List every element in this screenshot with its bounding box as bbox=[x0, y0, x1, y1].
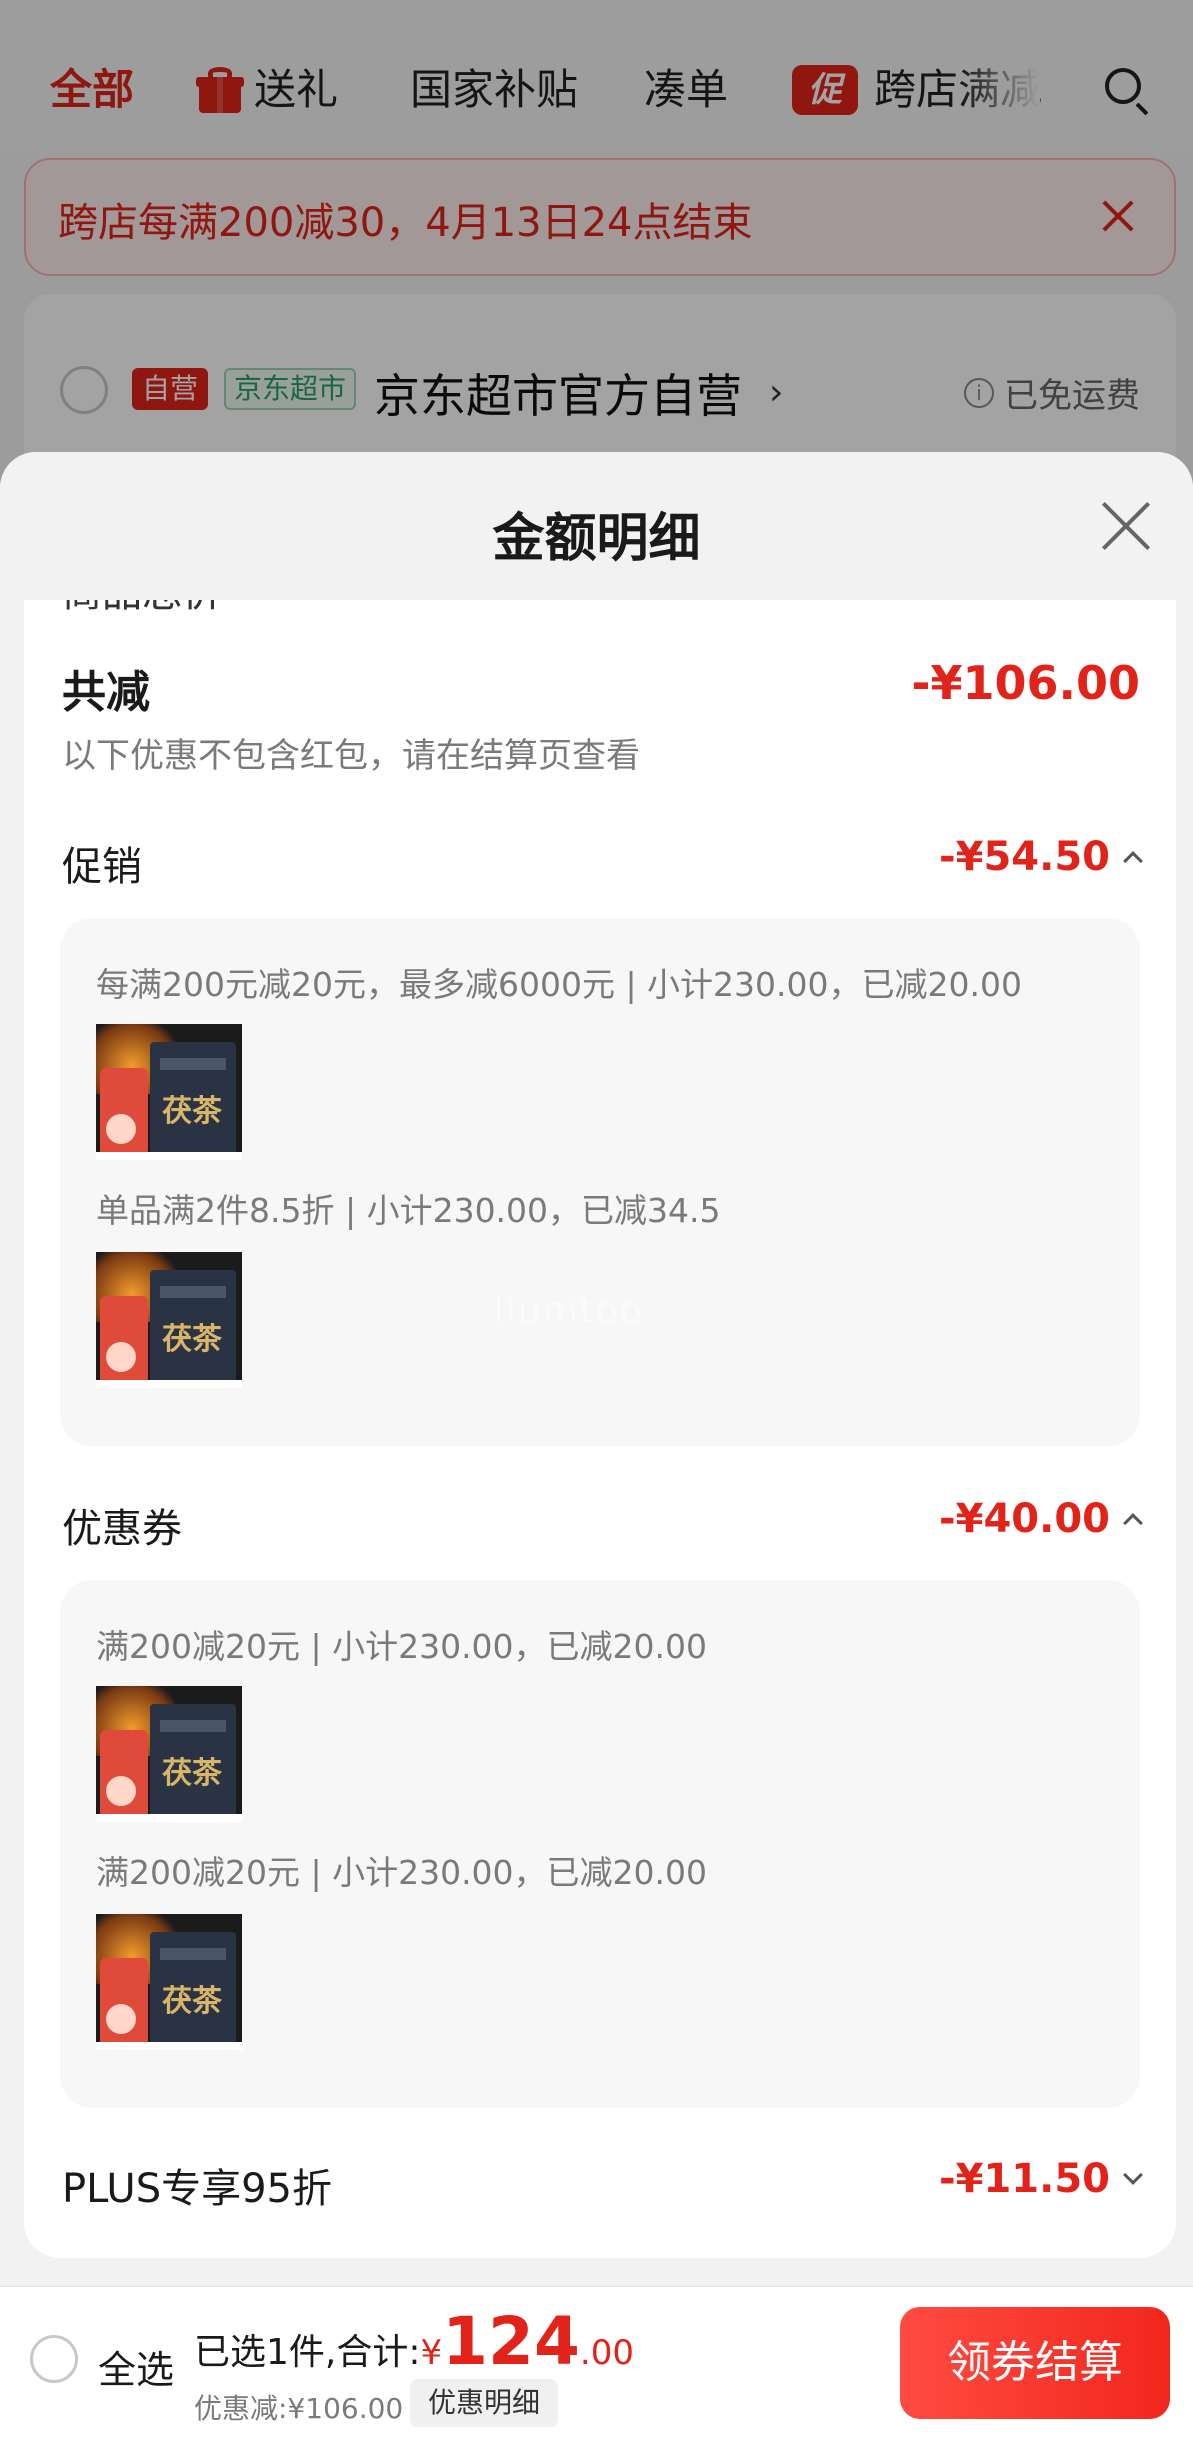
total-discount-label: 共减 bbox=[62, 667, 150, 718]
currency-symbol: ¥ bbox=[420, 2333, 443, 2373]
plus-discount-toggle[interactable]: -¥11.50 bbox=[939, 2156, 1143, 2202]
order-summary: 已选1件,合计: ¥ 124 .00 bbox=[194, 2309, 634, 2375]
total-discount-value: -¥106.00 bbox=[911, 656, 1140, 710]
discount-summary: 优惠减:¥106.00 bbox=[194, 2392, 404, 2425]
promotion-toggle[interactable]: -¥54.50 bbox=[939, 834, 1143, 880]
product-thumbnail[interactable]: 茯茶 bbox=[96, 1024, 242, 1160]
total-discount-note: 以下优惠不包含红包，请在结算页查看 bbox=[62, 736, 640, 776]
product-thumbnail[interactable]: 茯茶 bbox=[96, 1914, 242, 2050]
coupon-rule: 满200减20元 | 小计230.00，已减20.00 bbox=[96, 1627, 708, 1666]
coupon-toggle[interactable]: -¥40.00 bbox=[939, 1496, 1143, 1542]
coupon-group: 满200减20元 | 小计230.00，已减20.00 茯茶 满200减20元 … bbox=[60, 1580, 1140, 2108]
select-all-radio[interactable] bbox=[30, 2335, 78, 2383]
checkout-button[interactable]: 领券结算 bbox=[900, 2307, 1170, 2419]
sheet-header: 金额明细 bbox=[0, 452, 1193, 600]
select-all-label[interactable]: 全选 bbox=[98, 2339, 174, 2394]
total-price-decimal: .00 bbox=[579, 2333, 634, 2373]
summary-prefix: 已选1件,合计: bbox=[194, 2332, 421, 2373]
watermark: liumtoo bbox=[494, 1290, 645, 1331]
price-detail-sheet: 金额明细 商品总价 共减 -¥106.00 以下优惠不包含红包，请在结算页查看 … bbox=[0, 452, 1193, 2437]
close-icon[interactable] bbox=[1100, 500, 1152, 552]
promotion-group: 每满200元减20元，最多减6000元 | 小计230.00，已减20.00 茯… bbox=[60, 918, 1140, 1446]
product-thumbnail[interactable]: 茯茶 bbox=[96, 1252, 242, 1388]
coupon-rule: 满200减20元 | 小计230.00，已减20.00 bbox=[96, 1853, 708, 1892]
promotion-rule: 每满200元减20元，最多减6000元 | 小计230.00，已减20.00 bbox=[96, 965, 1022, 1004]
clipped-row: 商品总价 bbox=[62, 600, 262, 610]
product-thumbnail[interactable]: 茯茶 bbox=[96, 1686, 242, 1822]
total-price-integer: 124 bbox=[442, 2303, 580, 2380]
sheet-title: 金额明细 bbox=[492, 509, 701, 569]
promotion-label: 促销 bbox=[62, 844, 142, 890]
discount-detail-button[interactable]: 优惠明细 bbox=[410, 2379, 559, 2427]
promotion-rule: 单品满2件8.5折 | 小计230.00，已减34.5 bbox=[96, 1191, 721, 1230]
promotion-value: -¥54.50 bbox=[939, 834, 1110, 880]
plus-discount-value: -¥11.50 bbox=[939, 2156, 1110, 2202]
checkout-bar: 全选 已选1件,合计: ¥ 124 .00 优惠减:¥106.00 优惠明细 领… bbox=[0, 2286, 1193, 2437]
price-detail-card: 商品总价 共减 -¥106.00 以下优惠不包含红包，请在结算页查看 促销 -¥… bbox=[24, 600, 1176, 2258]
chevron-up-icon bbox=[1123, 851, 1143, 871]
coupon-label: 优惠券 bbox=[62, 1506, 182, 1552]
plus-discount-label: PLUS专享95折 bbox=[62, 2166, 332, 2212]
coupon-value: -¥40.00 bbox=[939, 1496, 1110, 1542]
chevron-down-icon bbox=[1123, 2165, 1143, 2185]
chevron-up-icon bbox=[1123, 1513, 1143, 1533]
